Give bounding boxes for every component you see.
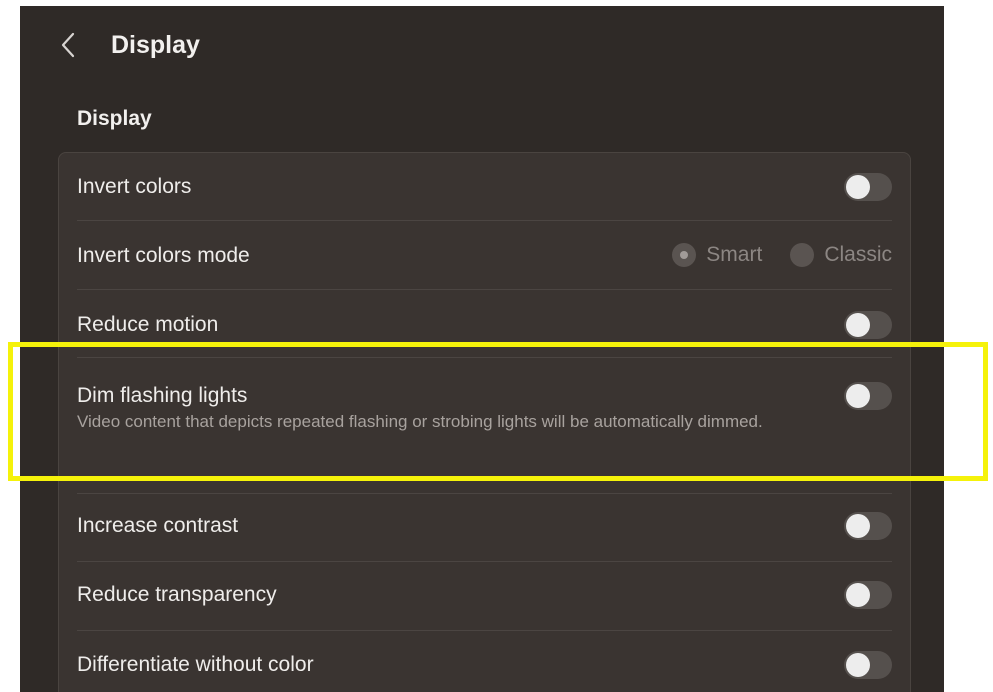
setting-row-reduce-transparency: Reduce transparency <box>77 562 892 631</box>
toggle-knob <box>846 583 870 607</box>
display-settings-window: Display Display Invert colors Invert col… <box>20 6 944 692</box>
setting-row-invert-colors: Invert colors <box>77 153 892 221</box>
settings-group: Invert colors Invert colors mode Smart C… <box>58 152 911 692</box>
setting-row-dim-flashing-lights: Dim flashing lights Video content that d… <box>77 358 892 494</box>
setting-row-differentiate-without-color: Differentiate without color <box>77 631 892 692</box>
reduce-transparency-toggle[interactable] <box>844 581 892 609</box>
invert-colors-toggle[interactable] <box>844 173 892 201</box>
radio-label: Classic <box>824 243 892 266</box>
setting-row-increase-contrast: Increase contrast <box>77 494 892 562</box>
toggle-knob <box>846 514 870 538</box>
setting-label: Differentiate without color <box>77 653 314 676</box>
setting-row-reduce-motion: Reduce motion <box>77 290 892 358</box>
setting-description: Video content that depicts repeated flas… <box>77 412 763 431</box>
radio-selected-icon <box>672 243 697 267</box>
back-button[interactable] <box>54 29 82 61</box>
radio-unselected-icon <box>790 243 815 267</box>
toggle-knob <box>846 384 870 408</box>
radio-option-smart[interactable]: Smart <box>672 241 762 269</box>
setting-label: Reduce transparency <box>77 583 277 606</box>
radio-option-classic[interactable]: Classic <box>790 241 892 269</box>
page-title: Display <box>111 31 200 59</box>
setting-row-invert-colors-mode: Invert colors mode Smart Classic <box>77 221 892 290</box>
toggle-knob <box>846 313 870 337</box>
differentiate-without-color-toggle[interactable] <box>844 651 892 679</box>
reduce-motion-toggle[interactable] <box>844 311 892 339</box>
setting-label: Reduce motion <box>77 313 219 336</box>
setting-label: Invert colors mode <box>77 244 250 267</box>
radio-label: Smart <box>706 243 763 266</box>
chevron-left-icon <box>61 32 75 58</box>
increase-contrast-toggle[interactable] <box>844 512 892 540</box>
header: Display <box>20 6 944 86</box>
setting-label: Increase contrast <box>77 514 239 537</box>
setting-label: Dim flashing lights <box>77 384 248 407</box>
section-title: Display <box>77 107 152 130</box>
toggle-knob <box>846 175 870 199</box>
setting-label: Invert colors <box>77 175 192 198</box>
dim-flashing-lights-toggle[interactable] <box>844 382 892 410</box>
invert-colors-mode-radio-group: Smart Classic <box>672 221 892 289</box>
toggle-knob <box>846 653 870 677</box>
